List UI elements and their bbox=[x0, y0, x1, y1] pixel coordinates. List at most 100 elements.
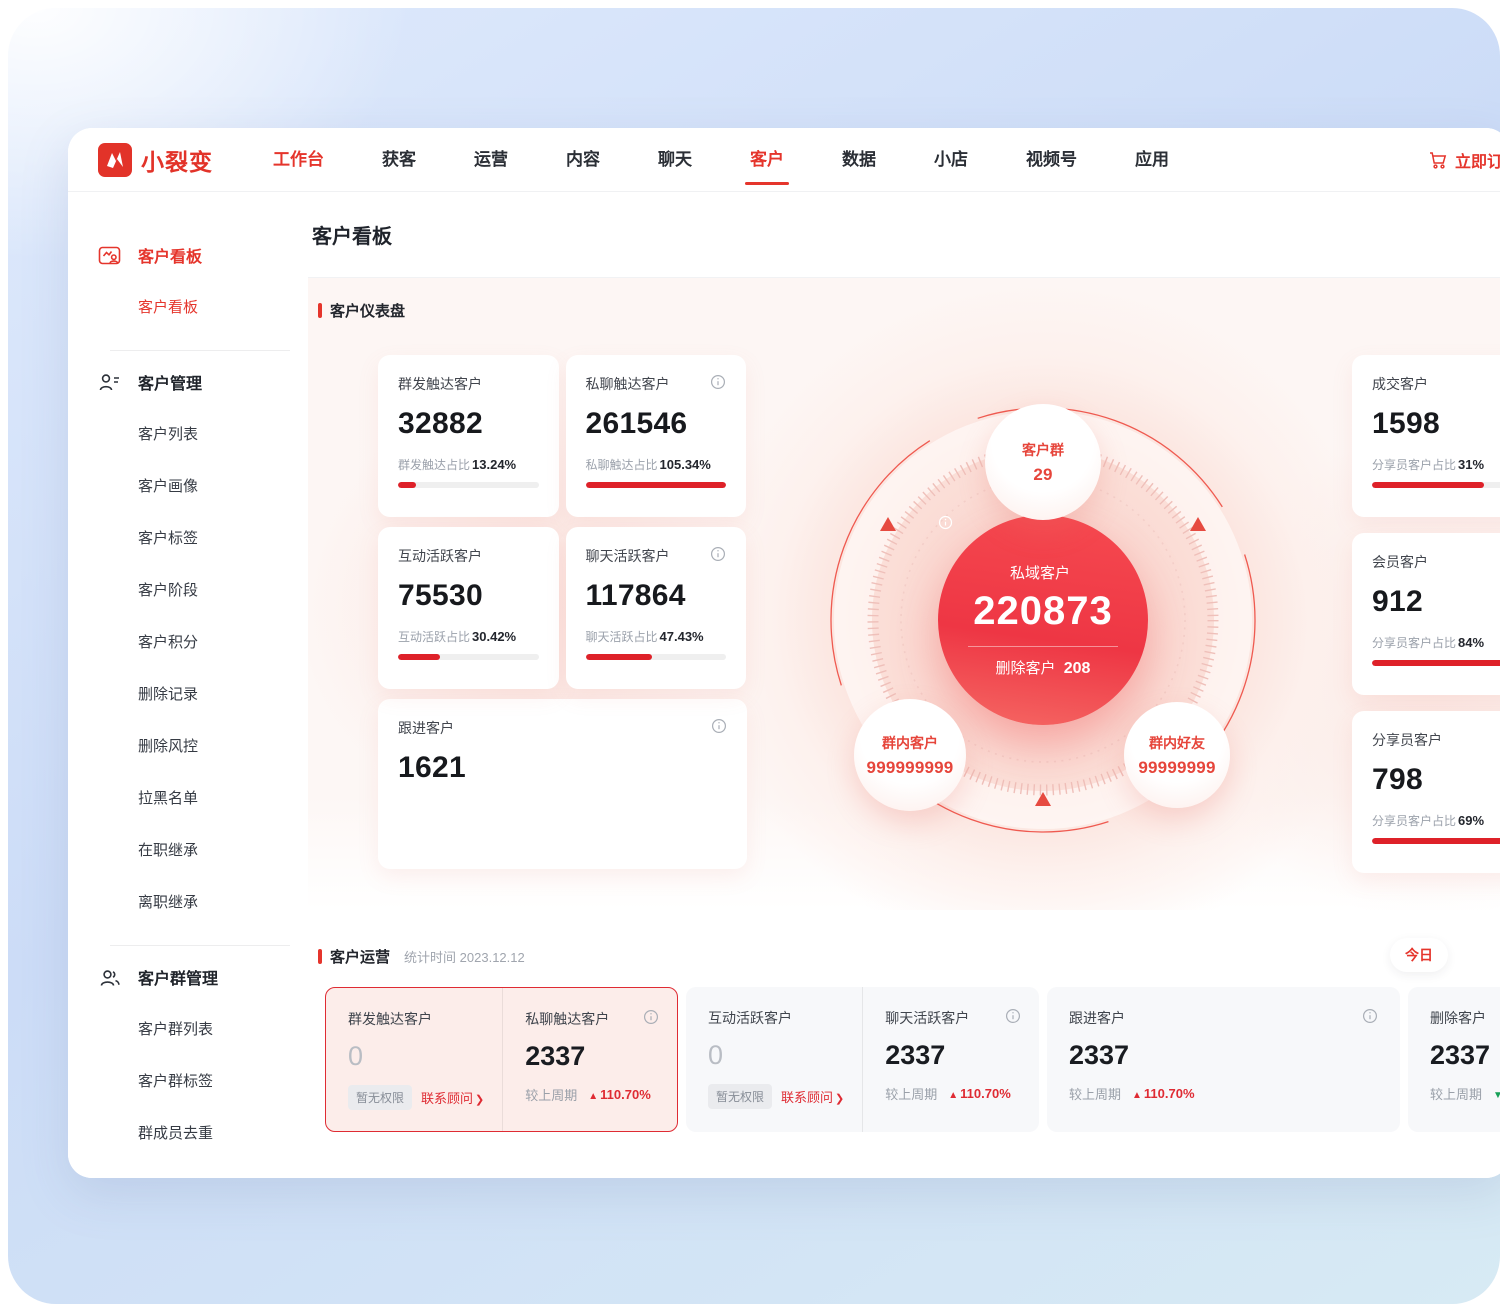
op-title: 聊天活跃客户 bbox=[885, 1008, 969, 1028]
sidebar-item-delete-risk[interactable]: 删除风控 bbox=[98, 721, 308, 773]
op-value: 2337 bbox=[885, 1040, 1021, 1071]
nav-item-video[interactable]: 视频号 bbox=[1026, 128, 1077, 192]
progress-track bbox=[1372, 482, 1500, 488]
info-icon[interactable] bbox=[711, 718, 727, 734]
sidebar-divider bbox=[110, 945, 290, 946]
nav-item-chat[interactable]: 聊天 bbox=[658, 128, 692, 192]
page-header: 客户看板 bbox=[308, 192, 1500, 278]
no-permission-badge: 暂无权限 bbox=[348, 1085, 412, 1110]
progress-track bbox=[1372, 660, 1500, 666]
info-icon[interactable] bbox=[1005, 1008, 1021, 1024]
sidebar-item-delete-records[interactable]: 删除记录 bbox=[98, 669, 308, 721]
stat-card-sharer-customers: 分享员客户 798 分享员客户占比69% bbox=[1352, 711, 1500, 873]
trend-value: 110.70% bbox=[1144, 1086, 1195, 1101]
trend-label: 较上周期 bbox=[1069, 1084, 1121, 1103]
dashboard-section-header: 客户仪表盘 bbox=[318, 300, 405, 321]
op-card-followup: 跟进客户 2337 较上周期 ▲110.70% bbox=[1047, 987, 1400, 1132]
sidebar-item-resign-transfer[interactable]: 离职继承 bbox=[98, 877, 308, 929]
sidebar-item-blacklist[interactable]: 拉黑名单 bbox=[98, 773, 308, 825]
nav-item-customer[interactable]: 客户 bbox=[750, 128, 784, 192]
info-icon[interactable] bbox=[643, 1009, 659, 1025]
stat-sub-value: 105.34% bbox=[660, 457, 711, 472]
progress-track bbox=[1372, 838, 1500, 844]
nav-item-workbench[interactable]: 工作台 bbox=[273, 128, 324, 192]
sidebar-item-group-dedupe[interactable]: 群成员去重 bbox=[98, 1108, 308, 1160]
in-group-friends-bubble: 群内好友 99999999 bbox=[1124, 702, 1230, 808]
op-half-group-reach: 群发触达客户 0 暂无权限 联系顾问❯ bbox=[326, 988, 502, 1131]
progress-track bbox=[398, 654, 539, 660]
op-value: 2337 bbox=[1430, 1040, 1500, 1071]
nav-item-content[interactable]: 内容 bbox=[566, 128, 600, 192]
stat-title: 私聊触达客户 bbox=[586, 374, 670, 394]
trend-label: 较上周期 bbox=[1430, 1084, 1482, 1103]
bubble-value: 999999999 bbox=[867, 758, 954, 778]
info-icon[interactable] bbox=[710, 374, 726, 390]
no-permission-badge: 暂无权限 bbox=[708, 1084, 772, 1109]
gauge-center-label: 私域客户 bbox=[1010, 562, 1070, 583]
stats-time-label: 统计时间 bbox=[404, 950, 456, 965]
sidebar-group-group-mgmt[interactable]: 客户群管理 bbox=[98, 964, 308, 990]
stat-sub-value: 30.42% bbox=[472, 629, 516, 644]
dashboard-icon bbox=[98, 244, 121, 267]
customer-management-icon bbox=[98, 371, 121, 394]
sidebar-item-customer-points[interactable]: 客户积分 bbox=[98, 617, 308, 669]
op-title: 私聊触达客户 bbox=[525, 1009, 609, 1029]
op-value: 0 bbox=[348, 1041, 484, 1072]
op-card-deleted: 删除客户 2337 较上周期 ▼ bbox=[1408, 987, 1500, 1132]
op-value: 2337 bbox=[1069, 1040, 1378, 1071]
trend-value: 110.70% bbox=[600, 1087, 651, 1102]
op-title: 互动活跃客户 bbox=[708, 1008, 792, 1028]
filter-today[interactable]: 今日 bbox=[1390, 938, 1448, 972]
contact-advisor-link[interactable]: 联系顾问❯ bbox=[781, 1087, 844, 1106]
sidebar-item-group-tags[interactable]: 客户群标签 bbox=[98, 1056, 308, 1108]
sidebar-item-group-list[interactable]: 客户群列表 bbox=[98, 1004, 308, 1056]
filter-yesterday[interactable]: 昨日 bbox=[1484, 938, 1500, 972]
trend-up-icon: ▲ bbox=[588, 1091, 598, 1102]
stat-title: 成交客户 bbox=[1372, 374, 1428, 394]
trend-label: 较上周期 bbox=[525, 1085, 577, 1104]
sidebar-item-customer-list[interactable]: 客户列表 bbox=[98, 409, 308, 461]
section-marker bbox=[318, 303, 322, 318]
brand-logo[interactable]: 小裂变 bbox=[98, 143, 213, 177]
stat-value: 912 bbox=[1372, 585, 1500, 619]
operation-cards: 群发触达客户 0 暂无权限 联系顾问❯ 私聊触达客户 bbox=[325, 987, 1500, 1132]
info-icon[interactable] bbox=[710, 546, 726, 562]
stats-time: 统计时间 2023.12.12 bbox=[404, 947, 525, 966]
subscribe-button[interactable]: 立即订购 bbox=[1428, 128, 1500, 192]
sidebar-group-dashboard[interactable]: 客户看板 bbox=[98, 242, 308, 268]
nav-item-shop[interactable]: 小店 bbox=[934, 128, 968, 192]
sidebar-item-customer-dashboard[interactable]: 客户看板 bbox=[98, 282, 308, 334]
stat-value: 261546 bbox=[586, 407, 727, 441]
progress-fill bbox=[586, 654, 652, 660]
sidebar: 客户看板 客户看板 客户管理 客户列表 客户画像 客户标签 客户阶段 客户积分 … bbox=[68, 192, 308, 1178]
nav-item-data[interactable]: 数据 bbox=[842, 128, 876, 192]
op-title: 跟进客户 bbox=[1069, 1008, 1125, 1028]
brand-name: 小裂变 bbox=[141, 143, 213, 177]
nav-item-acquisition[interactable]: 获客 bbox=[382, 128, 416, 192]
chevron-right-icon: ❯ bbox=[475, 1094, 484, 1106]
op-value: 2337 bbox=[525, 1041, 659, 1072]
nav-item-apps[interactable]: 应用 bbox=[1135, 128, 1169, 192]
gauge-sub-label: 删除客户 bbox=[996, 660, 1056, 677]
stat-sub-label: 聊天活跃占比 bbox=[586, 630, 658, 644]
app-window: 小裂变 工作台 获客 运营 内容 聊天 客户 数据 小店 视频号 应用 立即订购 bbox=[68, 128, 1500, 1178]
sidebar-item-customer-tags[interactable]: 客户标签 bbox=[98, 513, 308, 565]
sidebar-item-customer-stage[interactable]: 客户阶段 bbox=[98, 565, 308, 617]
sidebar-group-label: 客户看板 bbox=[138, 243, 202, 267]
sidebar-item-onjob-transfer[interactable]: 在职继承 bbox=[98, 825, 308, 877]
op-half-chat-active: 聊天活跃客户 2337 较上周期 ▲110.70% bbox=[862, 987, 1039, 1132]
info-icon[interactable] bbox=[1362, 1008, 1378, 1024]
nav-item-operation[interactable]: 运营 bbox=[474, 128, 508, 192]
progress-track bbox=[586, 654, 727, 660]
stat-sub-value: 84% bbox=[1458, 635, 1484, 650]
stat-value: 1598 bbox=[1372, 407, 1500, 441]
gauge-divider bbox=[968, 646, 1118, 647]
stat-title: 会员客户 bbox=[1372, 552, 1428, 572]
op-half-private-reach: 私聊触达客户 2337 较上周期 ▲110.70% bbox=[502, 988, 677, 1131]
trend-up-icon: ▲ bbox=[948, 1090, 958, 1101]
sidebar-item-customer-profile[interactable]: 客户画像 bbox=[98, 461, 308, 513]
sidebar-group-customer-mgmt[interactable]: 客户管理 bbox=[98, 369, 308, 395]
stat-value: 75530 bbox=[398, 579, 539, 613]
contact-advisor-link[interactable]: 联系顾问❯ bbox=[421, 1088, 484, 1107]
stat-sub-label: 群发触达占比 bbox=[398, 458, 470, 472]
